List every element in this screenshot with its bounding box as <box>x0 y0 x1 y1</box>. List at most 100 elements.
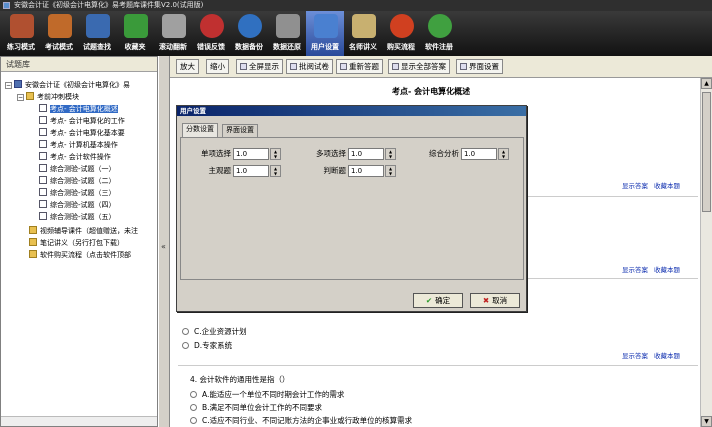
globe-backup-icon <box>238 14 262 38</box>
internet-explorer-icon <box>390 14 414 38</box>
tree-node-topic-requirements[interactable]: 考点- 会计电算化基本要 <box>39 128 125 139</box>
toolbar-data-restore[interactable]: 数据还原 <box>268 11 306 56</box>
document-icon <box>39 104 47 112</box>
toolbar-data-backup[interactable]: 数据备份 <box>230 11 268 56</box>
scroll-refresh-icon <box>162 14 186 38</box>
tree-node-test-5[interactable]: 综合测验-试题（五） <box>39 212 116 223</box>
grade-paper-button[interactable]: 批阅试卷 <box>286 59 333 74</box>
answer-links: 显示答案 收藏本题 <box>616 180 680 190</box>
spin-stepper[interactable]: ▲ ▼ <box>498 148 509 160</box>
tree-node-root[interactable]: − 安徽会计证《初级会计电算化》易 <box>5 80 130 91</box>
lecture-notes-icon <box>352 14 376 38</box>
tree-node-test-2[interactable]: 综合测验-试题（二） <box>39 176 116 187</box>
books-icon <box>10 14 34 38</box>
tree-node-test-3[interactable]: 综合测验-试题（三） <box>39 188 116 199</box>
radio-button[interactable] <box>182 328 189 335</box>
tree-node-topic-software[interactable]: 考点- 会计软件操作 <box>39 152 111 163</box>
toolbar-practice-mode[interactable]: 练习模式 <box>2 11 40 56</box>
show-answer-link[interactable]: 显示答案 <box>622 266 648 274</box>
tree-node-test-4[interactable]: 综合测验-试题（四） <box>39 200 116 211</box>
app-icon <box>3 2 10 9</box>
scroll-thumb[interactable] <box>702 92 711 212</box>
true-false-score: 判断题 1.0 ▲ ▼ <box>181 165 396 177</box>
show-answer-link[interactable]: 显示答案 <box>622 182 648 190</box>
panel-splitter[interactable]: « <box>158 56 170 427</box>
tab-interface-settings[interactable]: 界面设置 <box>222 124 258 137</box>
zoom-in-button[interactable]: 放大 <box>176 59 199 74</box>
spin-down-icon[interactable]: ▼ <box>386 171 395 176</box>
content-vertical-scrollbar[interactable]: ▲ ▼ <box>700 78 712 427</box>
window-title: 安徽会计证《初级会计电算化》易考题库课件集V2.0(试用版) <box>14 1 204 9</box>
tree-node-test-1[interactable]: 综合测验-试题（一） <box>39 164 116 175</box>
tree-node-video[interactable]: 视频辅导课件（超值赠送，未注 <box>29 226 138 237</box>
exam-chair-icon <box>48 14 72 38</box>
toolbar-favorites[interactable]: 收藏夹 <box>116 11 154 56</box>
answer-links: 显示答案 收藏本题 <box>616 264 680 274</box>
answer-links: 显示答案 收藏本题 <box>616 350 680 360</box>
document-icon <box>39 140 47 148</box>
toolbar-lecture-notes[interactable]: 名师讲义 <box>344 11 382 56</box>
toolbar-software-register[interactable]: 软件注册 <box>420 11 458 56</box>
document-icon <box>39 212 47 220</box>
comprehensive-analysis-input[interactable]: 1.0 <box>461 148 497 160</box>
score-settings-pane: 单项选择 1.0 ▲ ▼ 多项选择 1.0 ▲ ▼ 综合分析 1.0 ▲ ▼ 主观题 … <box>180 137 524 280</box>
content-toolbar: 放大 缩小 全屏显示 批阅试卷 重新答题 显示全部答案 界面设置 <box>170 56 712 78</box>
redo-answer-button[interactable]: 重新答题 <box>336 59 383 74</box>
tree-node-module[interactable]: − 考前冲刺模块 <box>17 92 79 103</box>
collapse-toggle[interactable]: − <box>17 94 24 101</box>
toolbar-exam-mode[interactable]: 考试模式 <box>40 11 78 56</box>
show-answers-icon <box>392 63 399 70</box>
collapse-toggle[interactable]: − <box>5 82 12 89</box>
radio-button[interactable] <box>190 404 197 411</box>
toolbar-question-search[interactable]: 试题查找 <box>78 11 116 56</box>
question-text: 4. 会计软件的通用性是指（） <box>190 375 290 384</box>
ok-button[interactable]: ✔ 确定 <box>413 293 463 308</box>
cancel-button[interactable]: ✖ 取消 <box>470 293 520 308</box>
radio-button[interactable] <box>190 417 197 424</box>
tree-node-topic-computer[interactable]: 考点- 计算机基本操作 <box>39 140 118 151</box>
list-item[interactable]: C.适应不同行业、不同记账方法的企事业或行政单位的核算需求 <box>190 415 412 426</box>
book-icon <box>14 80 22 88</box>
true-false-input[interactable]: 1.0 <box>348 165 384 177</box>
question-bank-panel: 试题库 − 安徽会计证《初级会计电算化》易 − 考前冲刺模块 考点- 会计电算化概述… <box>0 56 158 427</box>
collapse-arrow-icon[interactable]: « <box>161 242 166 251</box>
scroll-up-icon[interactable]: ▲ <box>701 78 712 89</box>
toolbar-scroll-refresh[interactable]: 滚动翻新 <box>154 11 192 56</box>
spin-stepper[interactable]: ▲ ▼ <box>385 165 396 177</box>
favorite-link[interactable]: 收藏本题 <box>654 266 680 274</box>
document-icon <box>39 152 47 160</box>
tree-node-notes[interactable]: 笔记讲义（另行打包下载） <box>29 238 124 249</box>
toolbar-user-settings[interactable]: 用户设置 <box>306 11 344 56</box>
list-item[interactable]: C.企业资源计划 <box>182 326 247 337</box>
tree-node-topic-overview[interactable]: 考点- 会计电算化概述 <box>39 104 118 115</box>
toolbar-error-feedback[interactable]: 错误反馈 <box>192 11 230 56</box>
radio-button[interactable] <box>182 342 189 349</box>
page-title: 考点- 会计电算化概述 <box>392 87 471 96</box>
folder-icon <box>29 250 37 258</box>
spin-down-icon[interactable]: ▼ <box>499 154 508 159</box>
zoom-out-button[interactable]: 缩小 <box>206 59 229 74</box>
favorite-link[interactable]: 收藏本题 <box>654 352 680 360</box>
interface-settings-button[interactable]: 界面设置 <box>456 59 503 74</box>
tree-horizontal-scrollbar[interactable] <box>1 416 157 426</box>
divider <box>178 365 698 366</box>
document-icon <box>39 128 47 136</box>
list-item[interactable]: B.满足不同单位会计工作的不同要求 <box>190 402 322 413</box>
document-icon <box>39 200 47 208</box>
show-answer-link[interactable]: 显示答案 <box>622 352 648 360</box>
toolbar-purchase-flow[interactable]: 购买流程 <box>382 11 420 56</box>
favorite-link[interactable]: 收藏本题 <box>654 182 680 190</box>
scroll-down-icon[interactable]: ▼ <box>701 416 712 427</box>
list-item[interactable]: D.专家系统 <box>182 340 232 351</box>
comprehensive-analysis-score: 综合分析 1.0 ▲ ▼ <box>181 148 509 160</box>
tree-node-purchase[interactable]: 软件购买流程（点击软件顶部 <box>29 250 131 261</box>
user-settings-dialog: 用户设置 分数设置 界面设置 单项选择 1.0 ▲ ▼ 多项选择 1.0 ▲ ▼ 综… <box>176 105 527 312</box>
grade-paper-icon <box>290 63 297 70</box>
document-icon <box>39 164 47 172</box>
tree-node-topic-work[interactable]: 考点- 会计电算化的工作 <box>39 116 125 127</box>
list-item[interactable]: A.能适应一个单位不同时期会计工作的需求 <box>190 389 344 400</box>
radio-button[interactable] <box>190 391 197 398</box>
show-all-answers-button[interactable]: 显示全部答案 <box>388 59 450 74</box>
tab-score-settings[interactable]: 分数设置 <box>182 123 218 137</box>
fullscreen-button[interactable]: 全屏显示 <box>236 59 283 74</box>
